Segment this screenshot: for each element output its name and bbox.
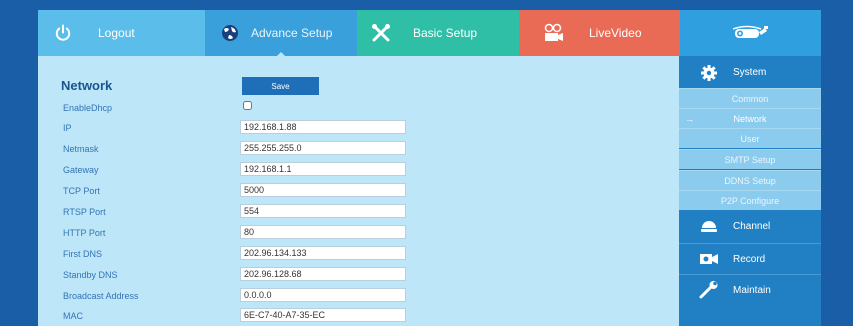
system-label: System [733,67,767,78]
field-row-standby-dns: Standby DNS [38,267,679,287]
basic-setup-tab[interactable]: Basic Setup [357,10,519,56]
tcp-port-label: TCP Port [63,186,100,196]
sidebar-item-smtp-setup[interactable]: SMTP Setup [679,149,821,169]
save-button[interactable]: Save [242,77,319,95]
record-label: Record [733,253,766,265]
gateway-field[interactable] [240,162,406,176]
netmask-field[interactable] [240,141,406,155]
page-title: Network [61,78,113,93]
sidebar-item-common[interactable]: Common [679,88,821,108]
ip-label: IP [63,123,72,133]
http-port-field[interactable] [240,225,406,239]
sidebar-item-record[interactable]: Record [679,243,821,274]
sidebar-item-maintain[interactable]: Maintain [679,274,821,305]
video-camera-icon [541,23,565,43]
standby-dns-label: Standby DNS [63,270,118,280]
field-row-netmask: Netmask [38,141,679,161]
arrow-right-icon: → [685,114,694,124]
advance-setup-tab[interactable]: Advance Setup [205,10,357,57]
sidebar-item-user[interactable]: User [679,128,821,148]
sidebar-item-network-label: Network [733,114,767,124]
record-camera-icon [699,253,719,265]
rtsp-port-field[interactable] [240,204,406,218]
mac-field[interactable] [240,308,406,322]
dome-camera-icon [699,219,719,235]
broadcast-address-label: Broadcast Address [63,291,139,301]
field-row-ip: IP [38,120,679,140]
cctv-camera-logo-icon [731,23,771,43]
mac-label: MAC [63,311,83,321]
field-row-rtsp-port: RTSP Port [38,204,679,224]
enable-dhcp-label: EnableDhcp [63,103,113,113]
basic-setup-label: Basic Setup [413,26,478,40]
channel-label: Channel [733,221,771,232]
ip-field[interactable] [240,120,406,134]
maintain-label: Maintain [733,284,771,296]
power-icon [52,24,74,42]
field-row-tcp-port: TCP Port [38,183,679,203]
field-row-gateway: Gateway [38,162,679,182]
logout-tab[interactable]: Logout [38,10,205,56]
sidebar-item-channel[interactable]: Channel [679,211,821,242]
standby-dns-field[interactable] [240,267,406,281]
field-row-enable-dhcp: EnableDhcp [38,100,679,120]
brand-logo [680,10,821,56]
gateway-label: Gateway [63,165,99,175]
first-dns-label: First DNS [63,249,102,259]
field-row-first-dns: First DNS [38,246,679,266]
live-video-tab[interactable]: LiveVideo [519,10,680,56]
rtsp-port-label: RTSP Port [63,207,106,217]
field-row-mac: MAC [38,308,679,326]
first-dns-field[interactable] [240,246,406,260]
gear-icon [699,64,719,81]
sidebar-item-system[interactable]: System [679,57,821,88]
advance-setup-label: Advance Setup [251,26,333,40]
sidebar-item-ddns-setup[interactable]: DDNS Setup [679,170,821,190]
top-navigation: Logout Advance Setup Basic Setup LiveVid… [38,10,821,57]
enable-dhcp-checkbox[interactable] [243,101,252,110]
logout-label: Logout [98,26,135,40]
sidebar-item-p2p-configure[interactable]: P2P Configure [679,190,821,210]
live-video-label: LiveVideo [589,26,642,40]
field-row-broadcast-address: Broadcast Address [38,288,679,308]
wrench-icon [699,281,719,299]
field-row-http-port: HTTP Port [38,225,679,245]
network-settings-panel: Network Save EnableDhcp IP Netmask Gatew… [38,56,679,326]
broadcast-address-field[interactable] [240,288,406,302]
http-port-label: HTTP Port [63,228,106,238]
netmask-label: Netmask [63,144,99,154]
sidebar-item-network[interactable]: → Network [679,108,821,128]
sidebar: System Common → Network User SMTP Setup … [679,56,821,326]
tools-icon [369,23,393,43]
globe-icon [219,23,241,43]
tcp-port-field[interactable] [240,183,406,197]
